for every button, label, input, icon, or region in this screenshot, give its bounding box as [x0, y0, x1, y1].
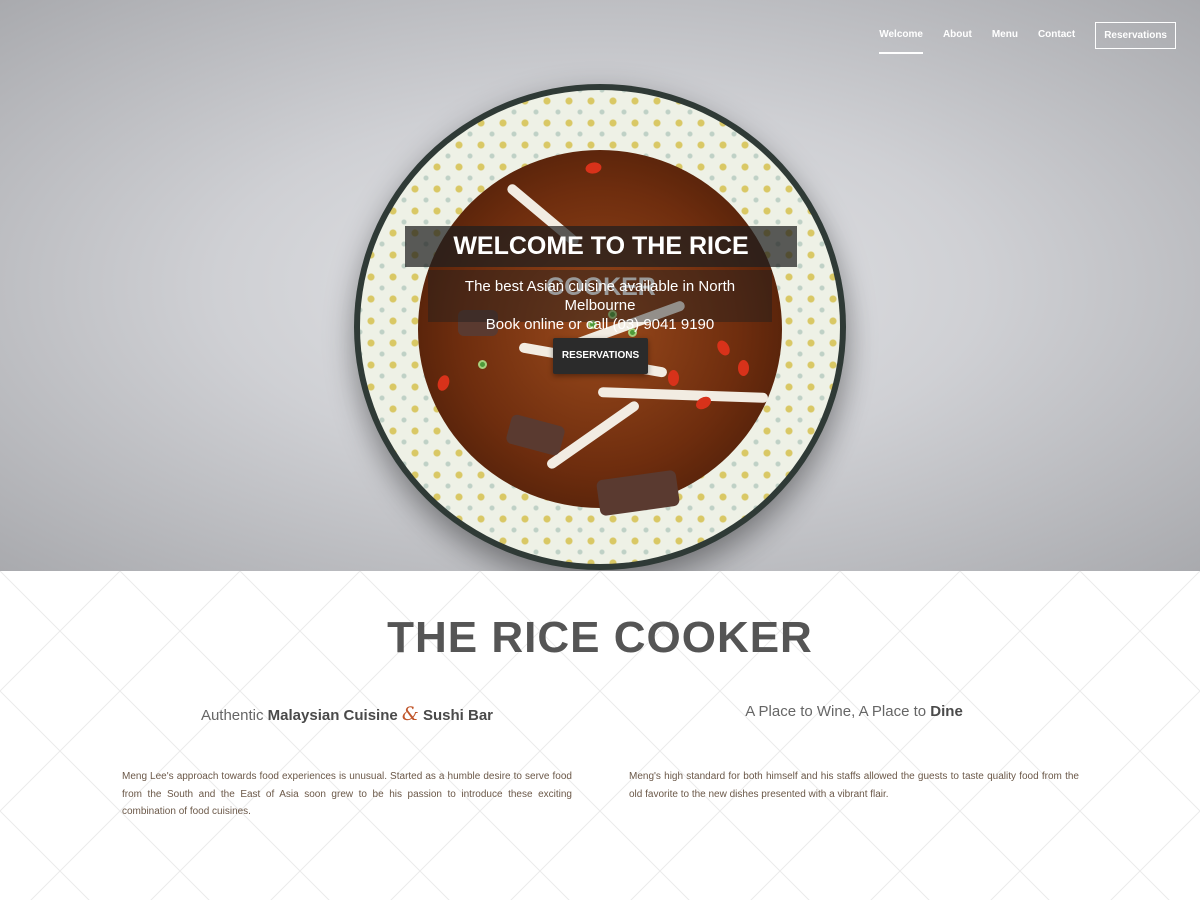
goji-berry: [435, 373, 452, 393]
goji-berry: [584, 161, 603, 175]
beef-slice: [595, 469, 681, 517]
goji-berry: [714, 338, 733, 358]
left-tagline-bold1: Malaysian Cuisine: [267, 707, 398, 724]
left-tagline-bold2: Sushi Bar: [423, 707, 494, 724]
nav-item-contact[interactable]: Contact: [1038, 21, 1075, 49]
intro-section: THE RICE COOKER Authentic Malaysian Cuis…: [0, 571, 1200, 900]
hero-title: WELCOME TO THE RICE COOKER: [405, 226, 797, 301]
left-tagline-prefix: Authentic: [200, 707, 268, 724]
goji-berry: [738, 360, 749, 376]
left-tagline: Authentic Malaysian Cuisine & Sushi Bar: [122, 703, 572, 725]
left-paragraph: Meng Lee's approach towards food experie…: [122, 771, 572, 817]
right-tagline: A Place to Wine, A Place to Dine: [629, 703, 1079, 720]
right-tagline-prefix: A Place to Wine, A Place to: [745, 703, 931, 720]
nav-item-menu[interactable]: Menu: [992, 21, 1018, 49]
scallion: [478, 360, 487, 369]
ampersand-glyph: &: [401, 703, 419, 725]
hero-section: WELCOME TO THE RICE COOKER The best Asia…: [0, 0, 1200, 571]
nav-item-about[interactable]: About: [943, 21, 972, 49]
right-tagline-bold: Dine: [930, 703, 963, 720]
nav-reservations-button[interactable]: Reservations: [1095, 21, 1176, 49]
hero-subtitle: The best Asian cuisine available in Nort…: [428, 270, 772, 333]
noodle: [597, 387, 769, 403]
nav-item-welcome[interactable]: Welcome: [879, 21, 923, 54]
main-nav: Welcome About Menu Contact Reservations: [859, 21, 1176, 54]
hero-reservations-button[interactable]: RESERVATIONS: [553, 338, 648, 374]
page-title: THE RICE COOKER: [387, 613, 813, 662]
beef-slice: [505, 413, 566, 457]
goji-berry: [668, 370, 679, 386]
hero-subtitle-line2: Book online or call (03) 9041 9190: [485, 316, 715, 333]
right-paragraph: Meng's high standard for both himself an…: [629, 771, 1079, 800]
hero-subtitle-line1: The best Asian cuisine available in Nort…: [464, 278, 736, 314]
